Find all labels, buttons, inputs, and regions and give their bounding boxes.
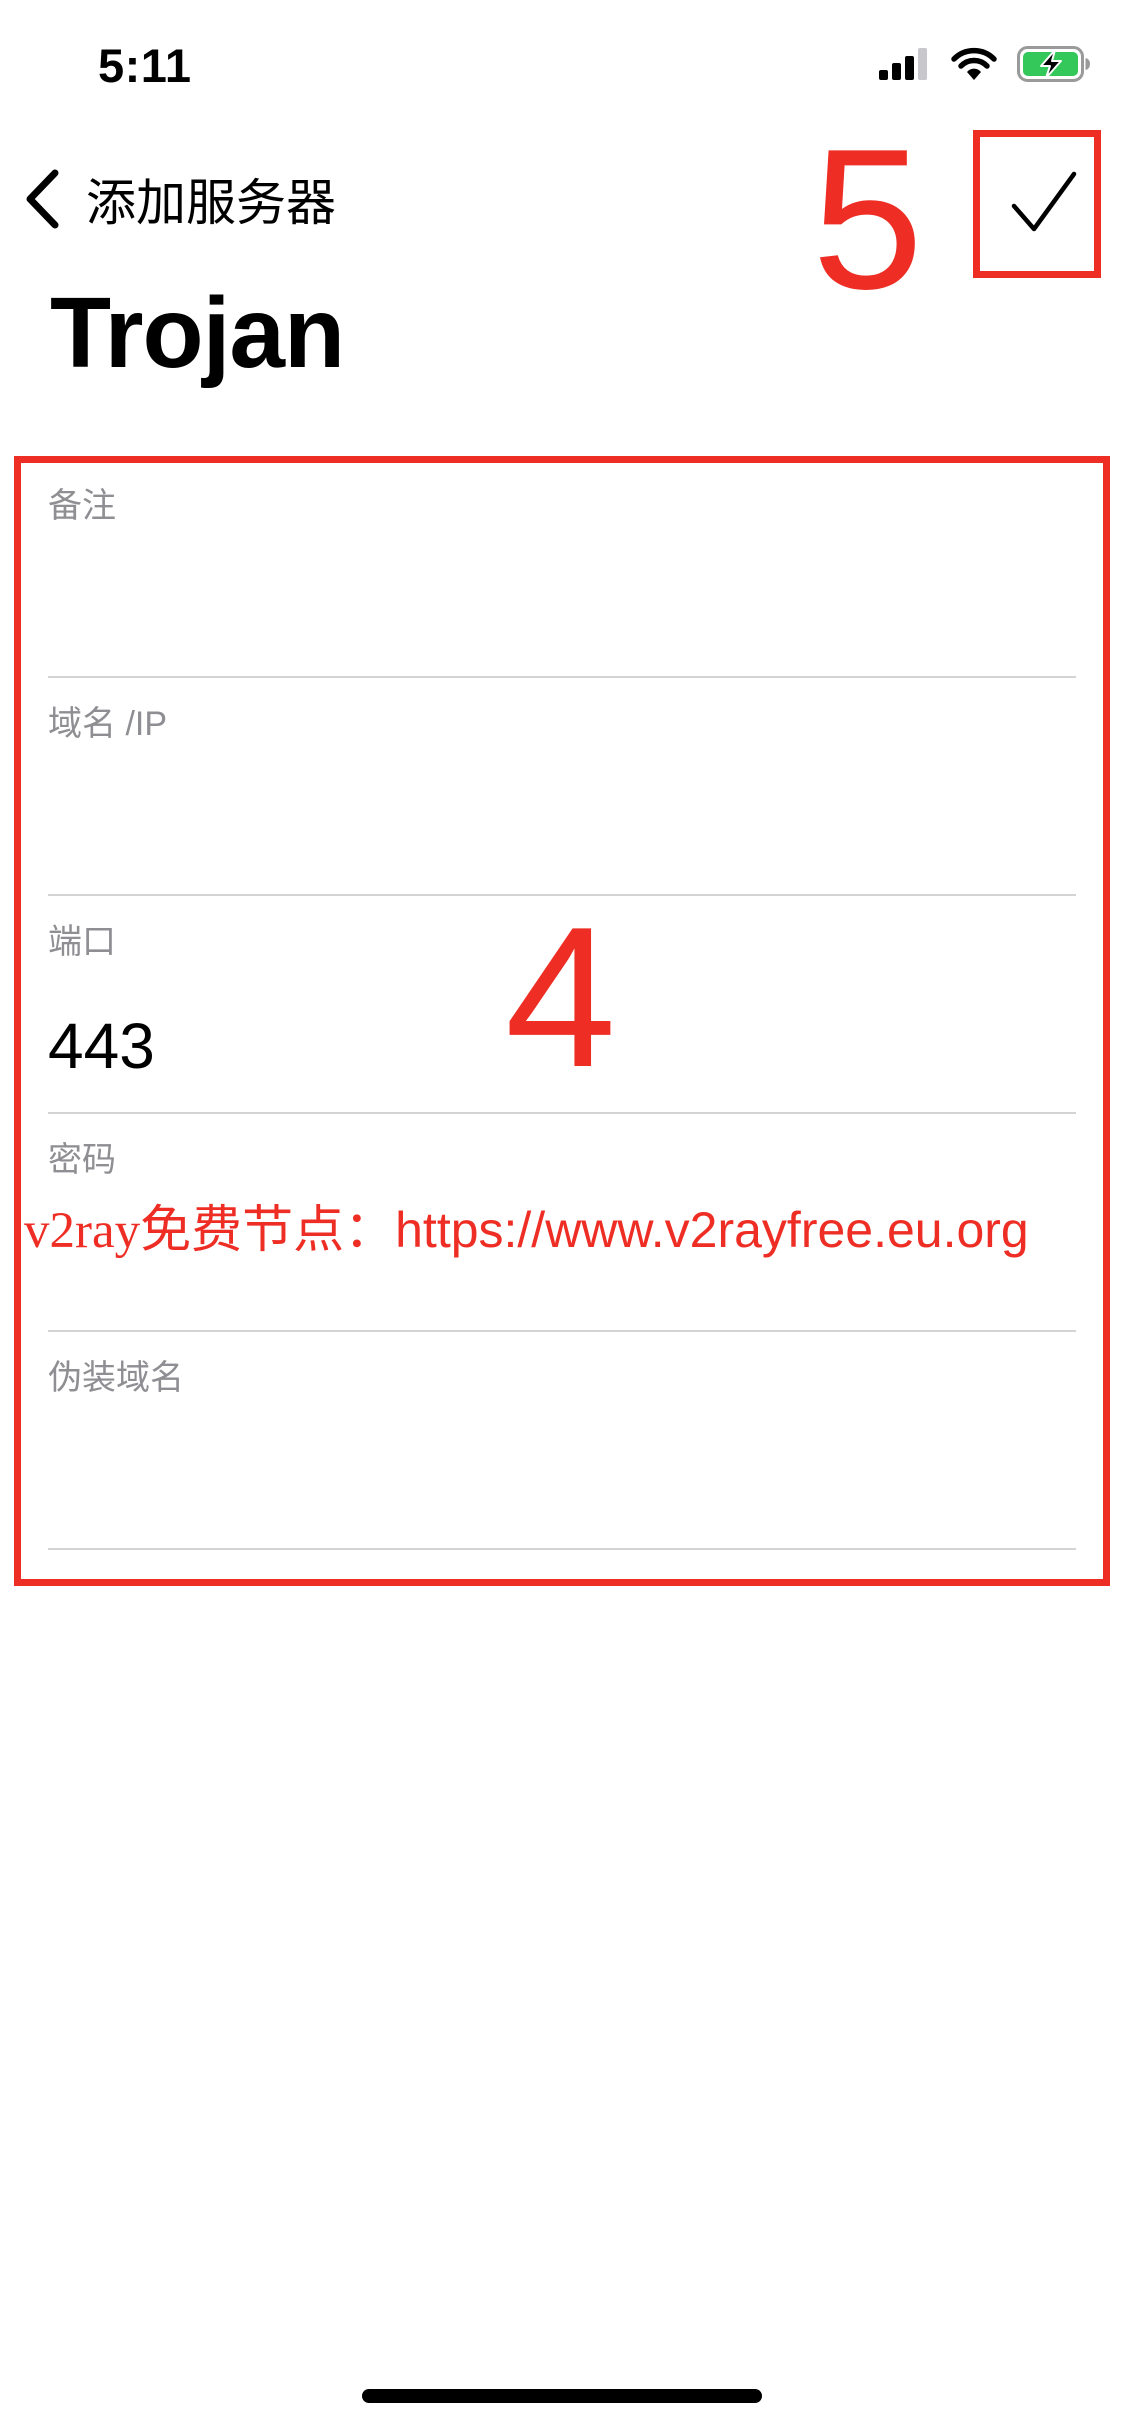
back-label: 添加服务器 (86, 175, 336, 231)
done-highlight-box (973, 130, 1101, 278)
page-title: Trojan (50, 277, 345, 389)
watermark-url: https://www.v2rayfree.eu.org (395, 1202, 1029, 1258)
home-indicator[interactable] (362, 2389, 762, 2403)
watermark: v2ray免费节点：https://www.v2rayfree.eu.org (24, 1188, 1029, 1262)
watermark-prefix: v2ray免费节点： (24, 1203, 396, 1259)
step-4-label: 4 (505, 886, 617, 1109)
back-button[interactable]: 添加服务器 (22, 160, 336, 238)
wifi-icon (951, 47, 997, 81)
chevron-left-icon (22, 168, 62, 230)
status-time: 5:11 (98, 39, 192, 92)
cellular-signal-icon (879, 48, 931, 80)
step-5-label: 5 (812, 108, 924, 331)
status-icons (879, 46, 1091, 82)
battery-charging-icon (1017, 46, 1091, 82)
